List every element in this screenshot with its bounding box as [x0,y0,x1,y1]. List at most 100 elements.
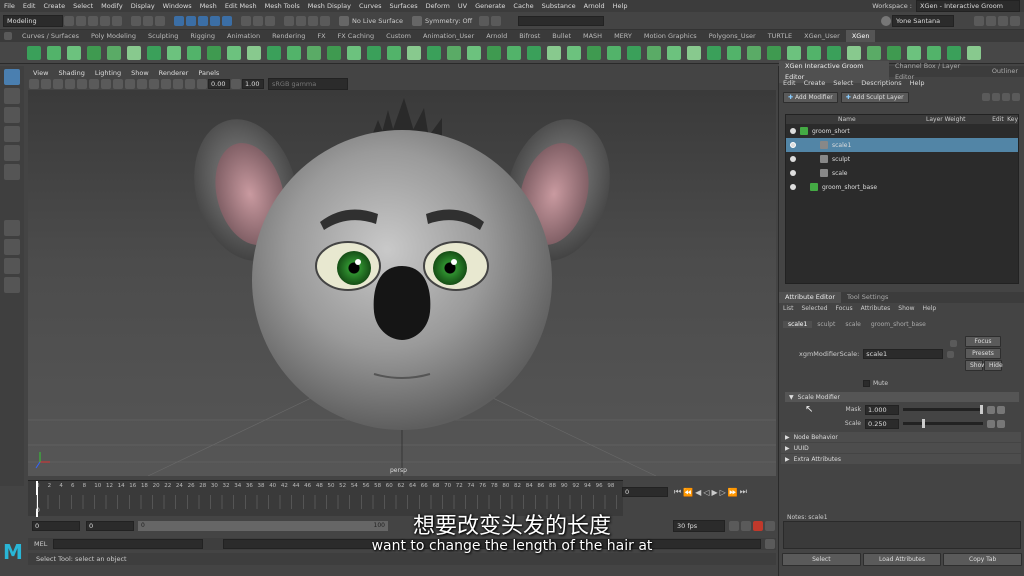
color-space-select[interactable]: sRGB gamma [268,78,348,90]
shadows-icon[interactable] [161,79,171,89]
xgen-shelf-tool-icon[interactable] [687,45,701,60]
groom-menu-edit[interactable]: Edit [783,79,796,87]
four-view-icon[interactable] [4,239,20,255]
layer-row[interactable]: scale1 [786,138,1018,152]
shelf-tab-turtle[interactable]: TURTLE [762,30,798,42]
shelf-tab-custom[interactable]: Custom [380,30,417,42]
xgen-shelf-tool-icon[interactable] [947,45,961,60]
open-scene-icon[interactable] [76,15,86,26]
command-field[interactable] [518,15,605,26]
tool-settings-icon[interactable] [998,15,1008,26]
cache-icon[interactable] [992,93,1000,101]
xgen-shelf-tool-icon[interactable] [27,45,41,60]
shelf-tab-poly-modeling[interactable]: Poly Modeling [85,30,142,42]
xgen-shelf-tool-icon[interactable] [127,45,141,60]
xgen-shelf-tool-icon[interactable] [667,45,681,60]
step-back-key-icon[interactable]: ⏪ [683,488,693,497]
render-settings-icon[interactable] [308,15,318,26]
camera-select-icon[interactable] [29,79,39,89]
xgen-shelf-tool-icon[interactable] [507,45,521,60]
menu-select[interactable]: Select [73,2,93,10]
layer-row[interactable]: sculpt [786,152,1018,166]
xgen-shelf-tool-icon[interactable] [427,45,441,60]
ipr-render-icon[interactable] [296,15,306,26]
node-tab-scale1[interactable]: scale1 [783,320,813,328]
workspace-select[interactable]: XGen - Interactive Groom [916,0,1020,12]
layer-row[interactable]: groom_short [786,124,1018,138]
scale-map-icon[interactable] [987,419,995,428]
menu-cache[interactable]: Cache [513,2,533,10]
snap-grid-icon[interactable] [174,15,184,26]
viewport-menu-view[interactable]: View [33,69,48,77]
xgen-shelf-tool-icon[interactable] [887,45,901,60]
hide-button[interactable]: Hide [984,360,1003,371]
xgen-shelf-tool-icon[interactable] [387,45,401,60]
hypershade-icon[interactable] [320,15,330,26]
film-gate-icon[interactable] [89,79,99,89]
layer-row[interactable]: groom_short_base [786,180,1018,194]
exposure-icon[interactable] [197,79,207,89]
xgen-shelf-tool-icon[interactable] [247,45,261,60]
focus-output-icon[interactable] [950,340,957,347]
xgen-shelf-tool-icon[interactable] [587,45,601,60]
menu-edit[interactable]: Edit [23,2,36,10]
user-menu[interactable]: Yone Santana [892,14,954,27]
shelf-tab-rendering[interactable]: Rendering [266,30,311,42]
snap-curve-icon[interactable] [186,15,196,26]
shelf-settings-icon[interactable] [4,32,12,40]
groom-settings-icon[interactable] [1012,93,1020,101]
exposure-field[interactable]: 0.00 [208,79,230,89]
render-frame-icon[interactable] [284,15,294,26]
mask-expression-icon[interactable] [997,405,1005,414]
groom-menu-descriptions[interactable]: Descriptions [861,79,901,87]
shelf-tab-bifrost[interactable]: Bifrost [513,30,546,42]
shelf-tab-motion-graphics[interactable]: Motion Graphics [638,30,703,42]
step-forward-frame-icon[interactable]: ▷ [720,488,726,497]
go-to-end-icon[interactable]: ⏭ [740,487,747,497]
xgen-shelf-tool-icon[interactable] [607,45,621,60]
xgen-shelf-tool-icon[interactable] [447,45,461,60]
sculpt-falloff-icon[interactable] [491,15,502,26]
viewport-menu-lighting[interactable]: Lighting [95,69,121,77]
viewport-menu-shading[interactable]: Shading [58,69,84,77]
show-button[interactable]: Show [965,360,986,371]
wireframe-icon[interactable] [113,79,123,89]
menu-modify[interactable]: Modify [101,2,123,10]
visibility-icon[interactable] [790,142,796,148]
groom-menu-help[interactable]: Help [910,79,925,87]
xgen-shelf-tool-icon[interactable] [87,45,101,60]
move-tool-icon[interactable] [4,126,20,142]
shelf-tab-animation-user[interactable]: Animation_User [417,30,480,42]
xgen-shelf-tool-icon[interactable] [527,45,541,60]
node-tab-scale[interactable]: scale [840,321,865,328]
viewport-menu-show[interactable]: Show [131,69,149,77]
xgen-shelf-tool-icon[interactable] [327,45,341,60]
xray-icon[interactable] [173,79,183,89]
snap-plane-icon[interactable] [210,15,220,26]
mode-select[interactable]: Modeling [3,14,63,27]
soft-select-icon[interactable] [479,15,490,26]
menu-mesh-tools[interactable]: Mesh Tools [265,2,300,10]
node-tab-sculpt[interactable]: sculpt [812,321,840,328]
viewport-menu-panels[interactable]: Panels [198,69,219,77]
xgen-shelf-tool-icon[interactable] [847,45,861,60]
xgen-shelf-tool-icon[interactable] [707,45,721,60]
node-name-field[interactable]: scale1 [863,349,944,359]
current-frame-field[interactable]: 0 [622,487,668,497]
select-tool-icon[interactable] [4,69,20,85]
visibility-icon[interactable] [790,184,796,190]
save-scene-icon[interactable] [88,15,98,26]
attr-menu-show[interactable]: Show [898,305,914,312]
history-icon[interactable] [241,15,251,26]
redo-icon[interactable] [112,15,122,26]
attribute-editor-icon[interactable] [986,15,996,26]
xgen-shelf-tool-icon[interactable] [727,45,741,60]
xgen-shelf-tool-icon[interactable] [147,45,161,60]
section-uuid[interactable]: ▶ UUID [781,443,1021,453]
menu-display[interactable]: Display [131,2,155,10]
groom-menu-create[interactable]: Create [804,79,826,87]
menu-uv[interactable]: UV [458,2,467,10]
attr-copy-tab-button[interactable]: Copy Tab [943,552,1023,566]
play-forward-icon[interactable]: ▶ [711,488,717,497]
go-to-start-icon[interactable]: ⏮ [674,487,681,497]
